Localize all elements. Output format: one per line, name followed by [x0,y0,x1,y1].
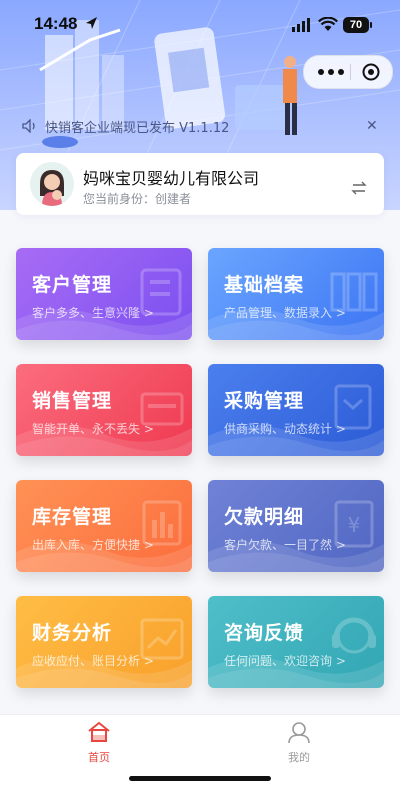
close-icon[interactable]: ✕ [366,118,378,134]
module-subtitle: 客户多多、生意兴隆 > [32,306,154,320]
location-arrow-icon [86,17,97,29]
capsule-divider [350,64,351,80]
tab-mine-label: 我的 [288,751,310,764]
wifi-icon [318,17,338,31]
more-button[interactable] [318,64,344,80]
module-subtitle: 应收应付、账目分析 > [32,654,154,668]
tab-mine[interactable]: 我的 [269,721,329,765]
home-icon [88,721,110,742]
module-title: 销售管理 [32,390,113,412]
module-card-feedback[interactable]: 咨询反馈任何问题、欢迎咨询 > [208,596,384,688]
tab-home-label: 首页 [88,751,110,764]
mother-baby-logo-icon [30,162,74,206]
module-title: 库存管理 [32,506,113,528]
user-icon [288,722,310,744]
signal-icon [292,18,310,32]
module-card-purchase[interactable]: 采购管理供商采购、动态统计 > [208,364,384,456]
module-subtitle: 产品管理、数据录入 > [224,306,346,320]
module-card-sales[interactable]: 销售管理智能开单、永不丢失 > [16,364,192,456]
module-card-debt[interactable]: ¥ 欠款明细客户欠款、一目了然 > [208,480,384,572]
home-indicator [129,776,271,781]
tab-home[interactable]: 首页 [69,721,129,765]
user-role: 您当前身份：创建者 [83,192,192,206]
module-subtitle: 出库入库、方便快捷 > [32,538,154,552]
company-name: 妈咪宝贝婴幼儿有限公司 [83,169,260,188]
module-title: 咨询反馈 [224,622,305,644]
module-card-inventory[interactable]: 库存管理出库入库、方便快捷 > [16,480,192,572]
notice-text: 快销客企业端现已发布 V1.1.12 [45,121,230,136]
module-title: 采购管理 [224,390,305,412]
close-miniprogram-button[interactable] [362,63,380,81]
module-card-finance[interactable]: 财务分析应收应付、账目分析 > [16,596,192,688]
battery-indicator: 70 [343,17,372,33]
module-card-archive[interactable]: 基础档案产品管理、数据录入 > [208,248,384,340]
module-title: 欠款明细 [224,506,305,528]
status-time: 14:48 [34,14,78,33]
svg-text:¥: ¥ [348,513,361,537]
module-subtitle: 供商采购、动态统计 > [224,422,346,436]
company-avatar [30,162,74,206]
status-bar: 14:48 70 [0,0,400,52]
speaker-icon [22,119,35,133]
module-title: 客户管理 [32,274,113,296]
switch-company-icon[interactable] [351,181,367,195]
module-subtitle: 任何问题、欢迎咨询 > [224,654,346,668]
module-subtitle: 客户欠款、一目了然 > [224,538,346,552]
module-card-customer[interactable]: 客户管理客户多多、生意兴隆 > [16,248,192,340]
miniprogram-capsule [303,55,393,89]
module-title: 财务分析 [32,622,113,644]
notice-bar[interactable]: 快销客企业端现已发布 V1.1.12 ✕ [0,112,400,140]
company-card[interactable]: 妈咪宝贝婴幼儿有限公司 您当前身份：创建者 [16,153,384,215]
module-title: 基础档案 [224,274,305,296]
module-subtitle: 智能开单、永不丢失 > [32,422,154,436]
